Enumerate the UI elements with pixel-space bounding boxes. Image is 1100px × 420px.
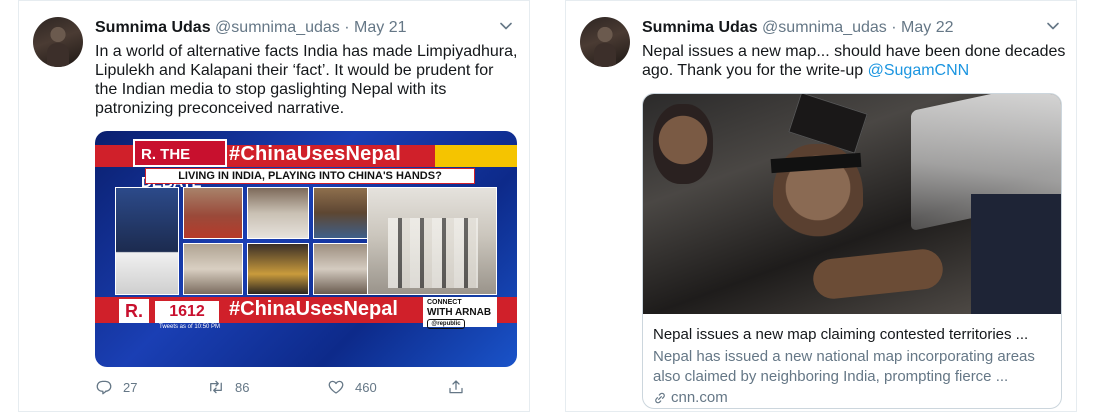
- footage-panel: [367, 187, 497, 295]
- avatar[interactable]: [33, 17, 83, 67]
- tweet-counter-caption: Tweets as of 10:50 PM: [159, 324, 221, 330]
- author-name[interactable]: Sumnima Udas: [642, 19, 758, 36]
- connect-line: CONNECT: [427, 299, 462, 306]
- like-count: 460: [355, 379, 377, 395]
- card-domain-text: cnn.com: [671, 389, 728, 406]
- card-title: Nepal issues a new map claiming conteste…: [653, 326, 1029, 343]
- connect-tag: @republic: [427, 319, 465, 329]
- tweet-counter: 1612: [155, 301, 219, 323]
- separator: ·: [344, 19, 350, 36]
- connect-anchor: WITH ARNAB: [427, 307, 492, 318]
- tweet-actions: 27 86 460: [95, 377, 475, 397]
- retweet-button[interactable]: 86: [207, 377, 249, 397]
- panelist-panel: [313, 187, 373, 239]
- card-description: Nepal has issued a new national map inco…: [653, 348, 1035, 385]
- tweet-header: Sumnima Udas @sumnima_udas · May 21: [95, 19, 407, 37]
- reply-count: 27: [123, 379, 138, 395]
- tweet-date[interactable]: May 22: [901, 19, 953, 36]
- tweet-text: Nepal issues a new map... should have be…: [642, 42, 1066, 80]
- link-icon: [655, 392, 665, 404]
- like-button[interactable]: 460: [327, 377, 377, 397]
- photo-arm: [811, 247, 945, 301]
- share-button[interactable]: [447, 377, 465, 397]
- avatar[interactable]: [580, 17, 630, 67]
- panelist-panel: [183, 187, 243, 239]
- author-handle[interactable]: @sumnima_udas: [215, 19, 340, 36]
- author-handle[interactable]: @sumnima_udas: [762, 19, 887, 36]
- retweet-count: 86: [235, 379, 250, 395]
- panel-grid: [115, 187, 373, 297]
- mention-link[interactable]: @SugamCNN: [868, 62, 970, 79]
- chevron-down-icon[interactable]: [499, 19, 513, 33]
- panelist-panel: [247, 187, 309, 239]
- tweet[interactable]: Sumnima Udas @sumnima_udas · May 21 In a…: [18, 0, 530, 412]
- reply-icon: [96, 380, 112, 395]
- card-body: Nepal issues a new map claiming conteste…: [643, 314, 1061, 408]
- tweet-text-body: Nepal issues a new map... should have be…: [642, 43, 1066, 79]
- broadcast-subtitle: LIVING IN INDIA, PLAYING INTO CHINA'S HA…: [145, 168, 475, 184]
- chevron-down-icon[interactable]: [1046, 19, 1060, 33]
- tweet[interactable]: Sumnima Udas @sumnima_udas · May 22 Nepa…: [565, 0, 1077, 412]
- photo-police: [971, 194, 1061, 314]
- card-image: [643, 94, 1061, 314]
- retweet-icon: [210, 380, 222, 394]
- panelist-panel: [183, 243, 243, 295]
- panelist-panel: [313, 243, 373, 295]
- tweet-text: In a world of alternative facts India ha…: [95, 43, 518, 117]
- tweet-header: Sumnima Udas @sumnima_udas · May 22: [642, 19, 954, 37]
- like-icon: [328, 380, 344, 394]
- share-icon: [449, 380, 463, 394]
- link-preview-card[interactable]: Nepal issues a new map claiming conteste…: [642, 93, 1062, 409]
- author-name[interactable]: Sumnima Udas: [95, 19, 211, 36]
- card-domain: cnn.com: [653, 388, 1051, 408]
- separator: ·: [891, 19, 897, 36]
- banner-accent: [435, 145, 517, 167]
- tweet-date[interactable]: May 21: [354, 19, 406, 36]
- panelist-panel: [247, 243, 309, 295]
- broadcast-hashtag: #ChinaUsesNepal: [229, 143, 401, 165]
- channel-mark: R.: [119, 299, 149, 323]
- broadcast-hashtag-bottom: #ChinaUsesNepal: [229, 298, 398, 320]
- connect-box: CONNECT WITH ARNAB @republic: [423, 297, 497, 329]
- photo-figure: [653, 104, 713, 184]
- anchor-panel: [115, 187, 179, 295]
- channel-logo: R. THE DEBATE: [133, 139, 227, 191]
- reply-button[interactable]: 27: [95, 377, 137, 397]
- tweet-media-image[interactable]: R. THE DEBATE #ChinaUsesNepal LIVING IN …: [95, 131, 517, 367]
